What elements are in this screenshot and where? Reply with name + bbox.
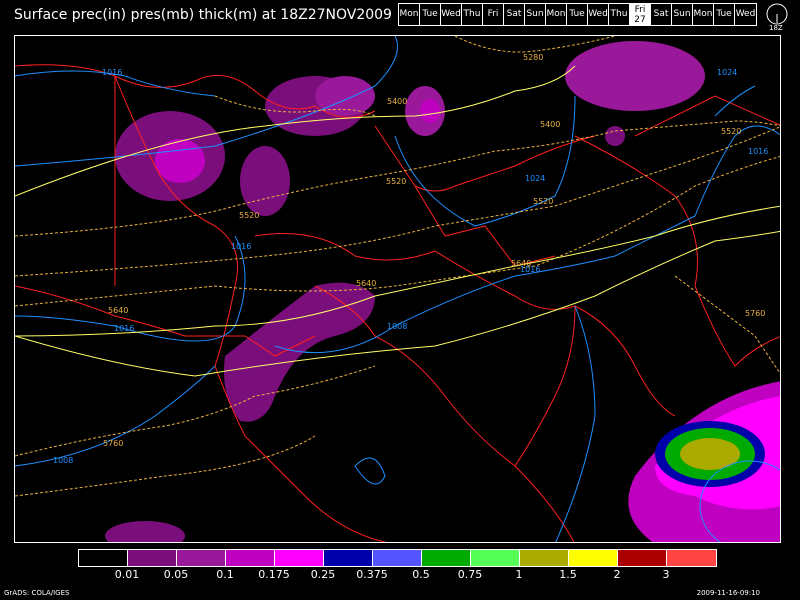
colorbar-tick-label: 3 <box>662 568 670 581</box>
weather-map: 5280 5400 5400 5520 5520 5520 5520 5640 … <box>14 35 781 543</box>
precip-field <box>105 41 780 542</box>
pressure-label: 1008 <box>387 322 407 331</box>
day-tab[interactable]: Wed <box>735 4 756 25</box>
colorbar-tick-label: 1 <box>515 568 523 581</box>
thickness-label: 5400 <box>387 97 407 106</box>
day-tab[interactable]: Thu <box>462 4 483 25</box>
clock-label: 18Z <box>769 24 783 32</box>
colorbar-tick-label: 0.25 <box>310 568 336 581</box>
thickness-label: 5760 <box>103 439 123 448</box>
day-selector[interactable]: Mon Tue Wed Thu Fri Sat Sun Mon Tue Wed Thu Fri 27 Sa… <box>398 3 757 26</box>
colorbar-tick-label: 0.01 <box>114 568 140 581</box>
day-tab[interactable]: Sat <box>504 4 525 25</box>
day-tab[interactable]: Thu <box>609 4 630 25</box>
map-title: Surface prec(in) pres(mb) thick(m) at 18… <box>14 7 392 23</box>
day-tab[interactable]: Sat <box>651 4 672 25</box>
colorbar-swatch <box>226 550 275 566</box>
colorbar-tick-label: 1.5 <box>559 568 577 581</box>
thickness-label: 5400 <box>540 120 560 129</box>
colorbar-swatch <box>471 550 520 566</box>
colorbar-swatch <box>79 550 128 566</box>
colorbar-swatch <box>128 550 177 566</box>
colorbar-swatch <box>667 550 716 566</box>
colorbar-swatch <box>422 550 471 566</box>
precip-area <box>565 41 705 111</box>
day-tab[interactable]: Sun <box>672 4 693 25</box>
precip-colorbar <box>78 549 717 567</box>
precip-area <box>605 126 625 146</box>
thickness-label: 5520 <box>721 127 741 136</box>
day-tab-active[interactable]: Fri 27 <box>630 4 651 25</box>
colorbar-swatch <box>569 550 618 566</box>
thickness-label: 5760 <box>745 309 765 318</box>
footer-credit: GrADS: COLA/IGES <box>4 589 70 597</box>
pressure-label: 1024 <box>717 68 737 77</box>
pressure-label: 1008 <box>53 456 73 465</box>
thickness-label: 5520 <box>386 177 406 186</box>
colorbar-tick-label: 0.75 <box>457 568 483 581</box>
day-tab[interactable]: Sun <box>525 4 546 25</box>
day-tab[interactable]: Mon <box>399 4 420 25</box>
colorbar-tick-label: 2 <box>613 568 621 581</box>
day-tab[interactable]: Wed <box>588 4 609 25</box>
colorbar-tick-label: 0.5 <box>412 568 430 581</box>
precip-area <box>680 438 740 470</box>
colorbar-swatch <box>275 550 324 566</box>
colorbar-tick-label: 0.175 <box>258 568 290 581</box>
clock-icon <box>766 3 788 25</box>
pressure-label: 1016 <box>102 68 122 77</box>
active-day-date: 27 <box>634 15 646 25</box>
day-tab[interactable]: Wed <box>441 4 462 25</box>
colorbar-tick-label: 0.1 <box>216 568 234 581</box>
day-tab[interactable]: Tue <box>420 4 441 25</box>
colorbar-swatch <box>373 550 422 566</box>
pressure-label: 1016 <box>520 265 540 274</box>
colorbar-swatch <box>520 550 569 566</box>
day-tab[interactable]: Mon <box>546 4 567 25</box>
colorbar-swatch <box>177 550 226 566</box>
pressure-label: 1016 <box>231 242 251 251</box>
colorbar-tick-label: 0.375 <box>356 568 388 581</box>
pressure-label: 1016 <box>114 324 134 333</box>
footer-timestamp: 2009-11-16-09:10 <box>696 589 760 597</box>
colorbar-tick-label: 0.05 <box>163 568 189 581</box>
colorbar-swatch <box>324 550 373 566</box>
thickness-label: 5280 <box>523 53 543 62</box>
pressure-label: 1016 <box>748 147 768 156</box>
day-tab[interactable]: Tue <box>714 4 735 25</box>
precip-area <box>105 521 185 542</box>
thickness-label: 5520 <box>239 211 259 220</box>
day-tab[interactable]: Fri <box>483 4 504 25</box>
pressure-label: 1024 <box>525 174 545 183</box>
precip-area <box>240 146 290 216</box>
colorbar-swatch <box>618 550 667 566</box>
day-tab[interactable]: Tue <box>567 4 588 25</box>
active-day-name: Fri <box>634 5 646 15</box>
day-tab[interactable]: Mon <box>693 4 714 25</box>
thickness-label: 5640 <box>356 279 376 288</box>
precip-area <box>420 99 440 123</box>
map-canvas: 5280 5400 5400 5520 5520 5520 5520 5640 … <box>15 36 780 542</box>
thickness-label: 5640 <box>108 306 128 315</box>
thickness-label: 5520 <box>533 197 553 206</box>
